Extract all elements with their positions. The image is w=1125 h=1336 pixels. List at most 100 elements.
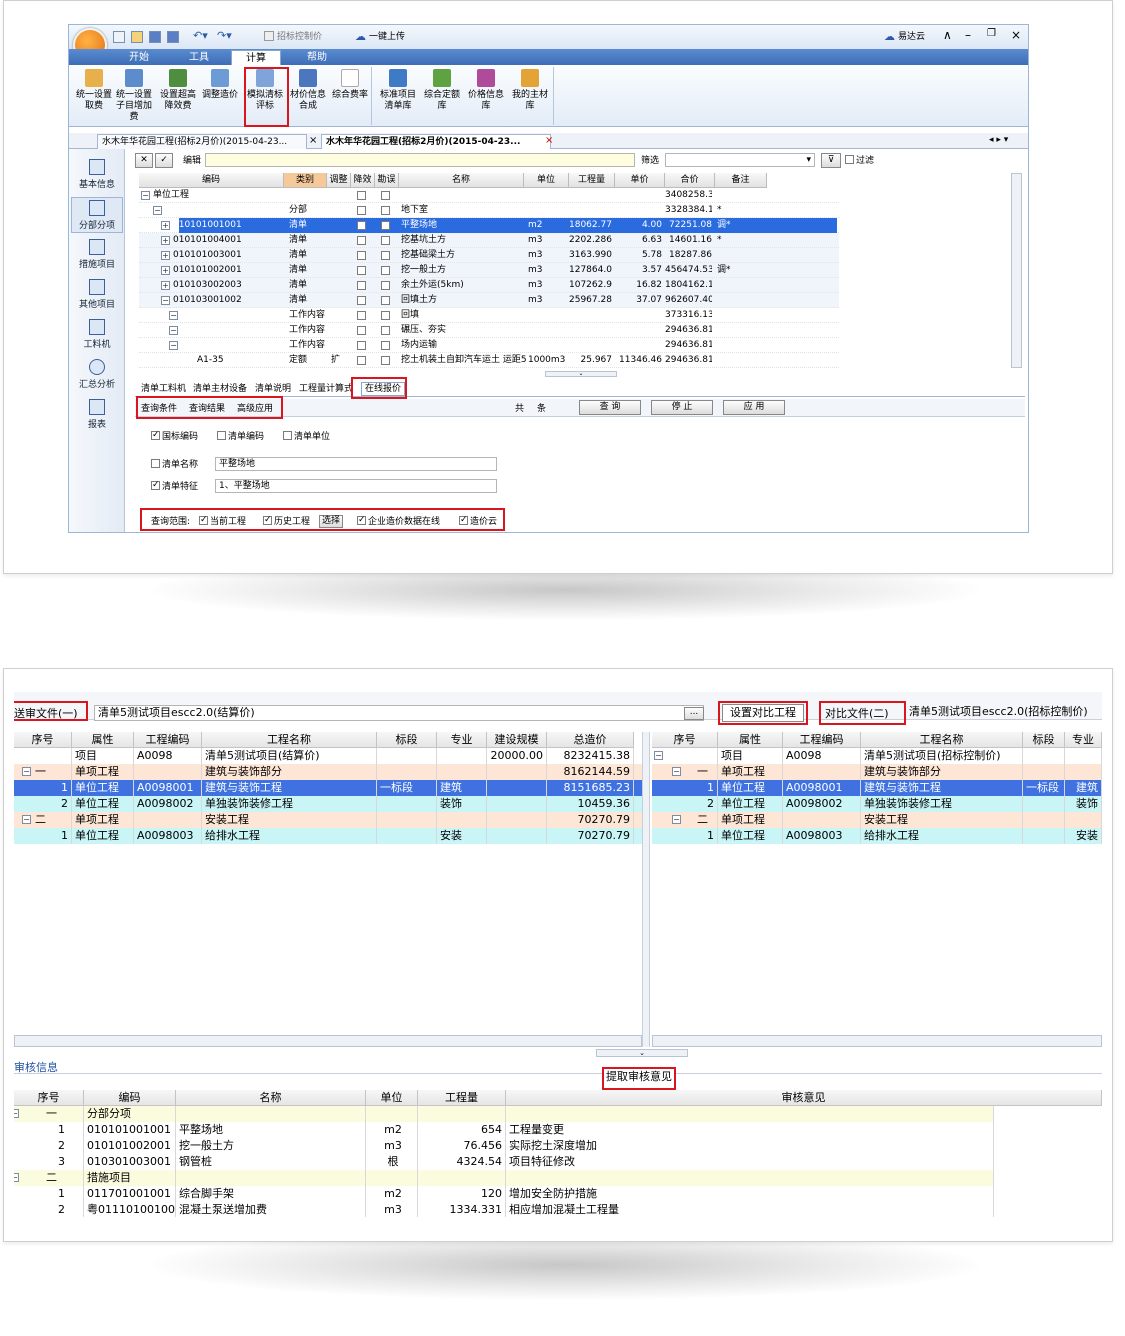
- upload-cloud-icon[interactable]: ☁: [355, 30, 366, 43]
- left-header-total[interactable]: 总造价: [547, 732, 634, 748]
- errata-checkbox[interactable]: [381, 356, 390, 365]
- undo-icon[interactable]: ↶▾: [193, 29, 208, 42]
- adjust-cost-button[interactable]: 调整造价: [201, 67, 239, 121]
- errata-checkbox[interactable]: [381, 221, 390, 230]
- national-code-check[interactable]: 国标编码: [151, 429, 198, 443]
- standard-list-lib-button[interactable]: 标准项目清单库: [379, 67, 417, 121]
- doc-tab-2[interactable]: 水木年华花园工程(招标2月价)(2015-04-23...: [321, 134, 551, 149]
- expand-icon[interactable]: +: [161, 251, 170, 260]
- tab-scroll-icon[interactable]: ◂ ▸ ▾: [989, 135, 1008, 145]
- table-row[interactable]: +010101004001 清单 挖基坑土方 m3 2202.286 6.63 14601.…: [139, 233, 839, 248]
- tab-help[interactable]: 帮助: [297, 50, 337, 65]
- cloud-icon[interactable]: ☁: [884, 30, 895, 43]
- table-row[interactable]: 2 粤011101001001 混凝土泵送增加费 m3 1334.331 相应增加混凝土工…: [14, 1202, 994, 1217]
- grid-header-total[interactable]: 合价: [665, 173, 715, 188]
- expand-icon[interactable]: −: [153, 206, 162, 215]
- save-as-icon[interactable]: [167, 31, 179, 43]
- collapse-icon[interactable]: −: [22, 815, 31, 824]
- audit-header-opinion[interactable]: 审核意见: [506, 1090, 1102, 1106]
- grid-header-adjust[interactable]: 调整: [327, 173, 351, 188]
- left-header-major[interactable]: 专业: [437, 732, 487, 748]
- table-row[interactable]: 项目 A0098 清单5测试项目(结算价) 20000.00 8232415.38: [14, 748, 644, 764]
- list-feature-check[interactable]: 清单特征: [151, 479, 198, 493]
- table-row[interactable]: − 分部 地下室 3328384.13 *: [139, 203, 839, 218]
- expand-icon[interactable]: −: [161, 296, 170, 305]
- yida-cloud-label[interactable]: 易达云: [898, 31, 925, 43]
- audit-header-name[interactable]: 名称: [176, 1090, 366, 1106]
- reduce-checkbox[interactable]: [357, 206, 366, 215]
- right-header-major[interactable]: 专业: [1065, 732, 1102, 748]
- table-row[interactable]: 1 010101001001 平整场地 m2 654 工程量变更: [14, 1122, 994, 1138]
- expand-icon[interactable]: +: [161, 221, 170, 230]
- filter-select[interactable]: ▾: [665, 153, 815, 167]
- expand-icon[interactable]: −: [141, 191, 150, 200]
- table-row[interactable]: − 工作内容 碾压、夯实 294636.81: [139, 323, 839, 338]
- edit-input[interactable]: [205, 153, 635, 167]
- right-header-section[interactable]: 标段: [1023, 732, 1065, 748]
- reduce-checkbox[interactable]: [357, 281, 366, 290]
- table-row[interactable]: 二单项工程 安装工程 −: [652, 812, 1102, 828]
- filter-checkbox[interactable]: 过滤: [845, 155, 874, 167]
- collapse-icon[interactable]: ∧: [943, 28, 952, 42]
- errata-checkbox[interactable]: [381, 251, 390, 260]
- right-horizontal-scrollbar[interactable]: [652, 1035, 1102, 1047]
- table-row[interactable]: +010103002003 清单 余土外运(5km) m3 107262.90 16.82…: [139, 278, 839, 293]
- table-row[interactable]: − 工作内容 场内运输 294636.81: [139, 338, 839, 353]
- audit-header-code[interactable]: 编码: [84, 1090, 176, 1106]
- price-info-lib-button[interactable]: 价格信息库: [467, 67, 505, 121]
- table-row[interactable]: 1 单位工程 A0098003 给排水工程 安装: [652, 828, 1102, 844]
- query-button[interactable]: 查 询: [579, 400, 641, 415]
- quota-lib-button[interactable]: 综合定额库: [423, 67, 461, 121]
- left-header-section[interactable]: 标段: [377, 732, 437, 748]
- table-row[interactable]: 1 单位工程 A0098001 建筑与装饰工程 一标段 建筑 8151685.23: [14, 780, 644, 796]
- table-row[interactable]: −010103001002 清单 回填土方 m3 25967.289 37.0796260…: [139, 293, 839, 308]
- splitter-handle[interactable]: ⌄: [545, 371, 617, 377]
- errata-checkbox[interactable]: [381, 191, 390, 200]
- grid-header-code[interactable]: 编码: [139, 173, 284, 188]
- grid-header-name[interactable]: 名称: [399, 173, 524, 188]
- table-row[interactable]: 二措施项目 −: [14, 1170, 994, 1186]
- nav-basic-info[interactable]: 基本信息: [71, 157, 123, 193]
- table-row[interactable]: 1 单位工程 A0098001 建筑与装饰工程 一标段 建筑: [652, 780, 1102, 796]
- grid-header-price[interactable]: 单价: [615, 173, 665, 188]
- list-code-check[interactable]: 清单编码: [217, 431, 264, 443]
- collapse-icon[interactable]: −: [14, 1109, 19, 1118]
- one-click-upload[interactable]: 一键上传: [369, 31, 405, 43]
- left-horizontal-scrollbar[interactable]: [14, 1035, 642, 1047]
- file2-input[interactable]: 清单5测试项目escc2.0(招标控制价): [906, 705, 1102, 721]
- bid-control-icon[interactable]: [264, 31, 274, 41]
- minimize-icon[interactable]: –: [965, 28, 971, 42]
- open-folder-icon[interactable]: [131, 31, 143, 43]
- table-row[interactable]: +010101002001 清单 挖一般土方 m3 127864.01 3.5745647…: [139, 263, 839, 278]
- tab-quantity-formula[interactable]: 工程量计算式: [299, 383, 353, 395]
- collapse-icon[interactable]: −: [22, 767, 31, 776]
- file1-input[interactable]: 清单5测试项目escc2.0(结算价): [94, 705, 704, 721]
- table-row[interactable]: 项目 A0098 清单5测试项目(招标控制价) −: [652, 748, 1102, 764]
- tab-calculate[interactable]: 计算: [231, 50, 281, 65]
- bid-control-label[interactable]: 招标控制价: [277, 31, 322, 43]
- tab-list-main-material[interactable]: 清单主材设备: [193, 383, 247, 395]
- nav-labor-material[interactable]: 工料机: [71, 317, 123, 353]
- confirm-edit-button[interactable]: ✓: [155, 153, 173, 168]
- save-icon[interactable]: [149, 31, 161, 43]
- errata-checkbox[interactable]: [381, 326, 390, 335]
- right-header-seq[interactable]: 序号: [652, 732, 718, 748]
- collapse-icon[interactable]: −: [672, 815, 681, 824]
- table-row[interactable]: 二单项工程 安装工程 70270.79 −: [14, 812, 644, 828]
- browse-button[interactable]: ...: [684, 707, 704, 720]
- expand-icon[interactable]: +: [161, 236, 170, 245]
- nav-other-items[interactable]: 其他项目: [71, 277, 123, 313]
- tab-start[interactable]: 开始: [119, 50, 159, 65]
- collapse-icon[interactable]: −: [654, 751, 663, 760]
- reduce-checkbox[interactable]: [357, 341, 366, 350]
- left-header-code[interactable]: 工程编码: [134, 732, 202, 748]
- expand-icon[interactable]: −: [169, 326, 178, 335]
- audit-header-unit[interactable]: 单位: [366, 1090, 418, 1106]
- list-feature-input[interactable]: 1、平整场地: [215, 479, 497, 493]
- errata-checkbox[interactable]: [381, 206, 390, 215]
- left-header-scale[interactable]: 建设规模: [487, 732, 547, 748]
- grid-header-type[interactable]: 类别: [284, 173, 327, 188]
- doc-tab-1[interactable]: 水木年华花园工程(招标2月价)(2015-04-23...: [97, 134, 307, 149]
- errata-checkbox[interactable]: [381, 341, 390, 350]
- tab-tools[interactable]: 工具: [179, 50, 219, 65]
